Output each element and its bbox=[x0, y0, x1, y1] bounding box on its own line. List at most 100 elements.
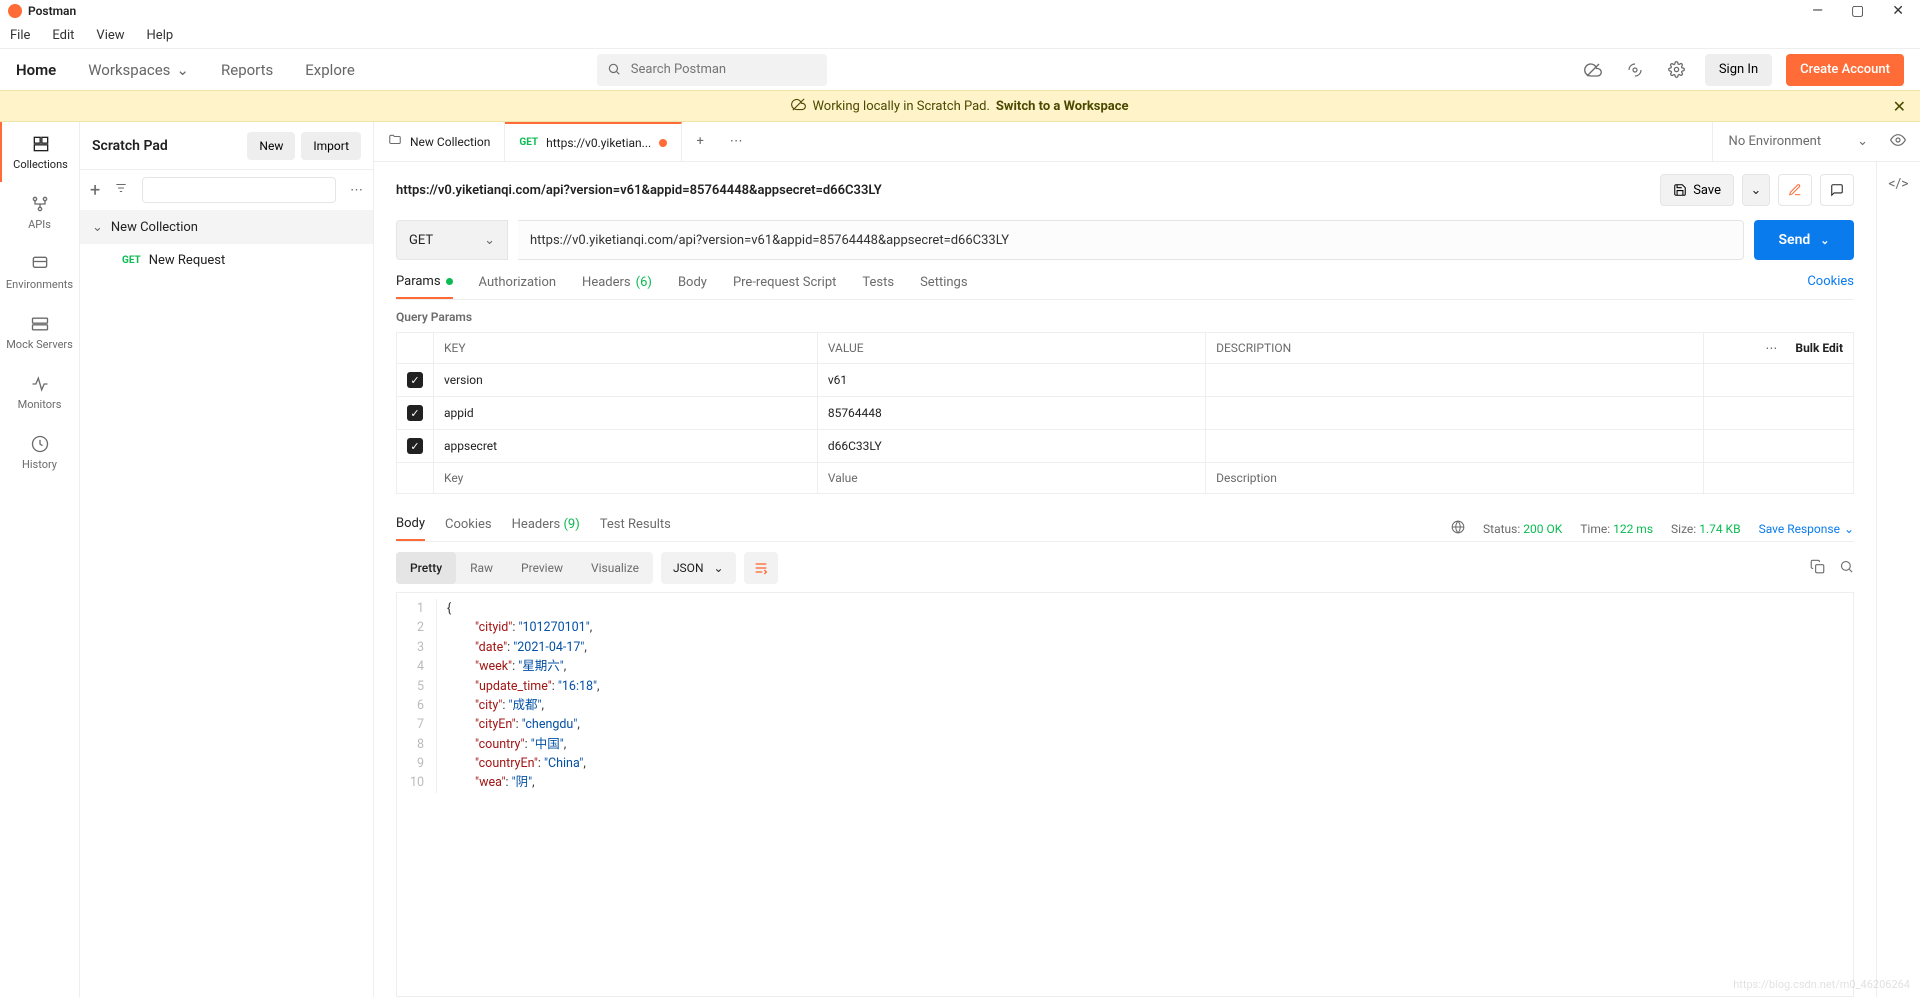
rail-apis[interactable]: APIs bbox=[0, 182, 79, 242]
send-label: Send bbox=[1779, 232, 1811, 248]
close-window-icon[interactable]: ✕ bbox=[1892, 3, 1904, 19]
rail-history[interactable]: History bbox=[0, 422, 79, 482]
more-icon[interactable]: ⋯ bbox=[1765, 341, 1777, 355]
param-value-placeholder[interactable]: Value bbox=[817, 463, 1205, 494]
create-account-button[interactable]: Create Account bbox=[1786, 54, 1904, 86]
environment-dropdown[interactable]: No Environment ⌄ bbox=[1712, 122, 1868, 161]
save-caret[interactable]: ⌄ bbox=[1742, 174, 1770, 206]
eye-icon[interactable] bbox=[1890, 132, 1906, 152]
tab-collection[interactable]: New Collection bbox=[374, 122, 505, 161]
minimize-icon[interactable]: — bbox=[1812, 3, 1823, 19]
window-controls: — ▢ ✕ bbox=[1812, 3, 1912, 19]
param-row[interactable]: ✓ appsecret d66C33LY bbox=[397, 430, 1854, 463]
nav-explore[interactable]: Explore bbox=[305, 61, 355, 79]
comment-icon[interactable] bbox=[1820, 174, 1854, 206]
save-response-link[interactable]: Save Response ⌄ bbox=[1759, 522, 1854, 536]
view-visualize[interactable]: Visualize bbox=[577, 552, 653, 584]
nav-reports[interactable]: Reports bbox=[221, 61, 273, 79]
banner-close-icon[interactable]: ✕ bbox=[1893, 97, 1906, 116]
request-row[interactable]: GET New Request bbox=[80, 244, 373, 276]
edit-icon[interactable] bbox=[1778, 174, 1812, 206]
save-button[interactable]: Save bbox=[1660, 174, 1734, 206]
resp-tab-tests[interactable]: Test Results bbox=[600, 517, 671, 540]
send-button[interactable]: Send ⌄ bbox=[1754, 220, 1854, 260]
banner-link[interactable]: Switch to a Workspace bbox=[996, 99, 1129, 114]
param-row[interactable]: ✓ version v61 bbox=[397, 364, 1854, 397]
response-body[interactable]: 1{2"cityid": "101270101",3"date": "2021-… bbox=[396, 592, 1854, 997]
rail-environments[interactable]: Environments bbox=[0, 242, 79, 302]
nav-home[interactable]: Home bbox=[16, 61, 56, 79]
more-icon[interactable]: ⋯ bbox=[350, 183, 363, 198]
tab-request[interactable]: GET https://v0.yiketian... bbox=[505, 122, 682, 161]
menu-edit[interactable]: Edit bbox=[52, 28, 74, 43]
copy-icon[interactable] bbox=[1810, 559, 1825, 578]
param-key[interactable]: appsecret bbox=[434, 430, 818, 463]
filter-icon[interactable] bbox=[114, 181, 128, 199]
checkbox-icon[interactable]: ✓ bbox=[407, 405, 423, 421]
method-dropdown[interactable]: GET ⌄ bbox=[396, 220, 508, 260]
filter-input[interactable] bbox=[142, 177, 336, 203]
nav-workspaces[interactable]: Workspaces ⌄ bbox=[88, 61, 189, 79]
view-raw[interactable]: Raw bbox=[456, 552, 507, 584]
bulk-edit-link[interactable]: Bulk Edit bbox=[1795, 341, 1843, 355]
menu-view[interactable]: View bbox=[96, 28, 124, 43]
url-input[interactable] bbox=[518, 220, 1744, 260]
tab-overflow-icon[interactable]: ⋯ bbox=[718, 122, 754, 161]
tab-prerequest[interactable]: Pre-request Script bbox=[733, 274, 836, 299]
satellite-icon[interactable] bbox=[1621, 56, 1649, 84]
cloud-sync-icon[interactable] bbox=[1579, 56, 1607, 84]
collection-row[interactable]: ⌄ New Collection bbox=[80, 210, 373, 244]
param-desc[interactable] bbox=[1206, 430, 1704, 463]
code-icon[interactable]: </> bbox=[1888, 176, 1908, 997]
param-desc-placeholder[interactable]: Description bbox=[1206, 463, 1704, 494]
new-button[interactable]: New bbox=[247, 132, 295, 160]
add-tab-button[interactable]: + bbox=[682, 122, 718, 161]
checkbox-icon[interactable]: ✓ bbox=[407, 438, 423, 454]
resp-tab-cookies[interactable]: Cookies bbox=[445, 517, 492, 540]
resp-tab-headers[interactable]: Headers (9) bbox=[512, 517, 580, 540]
time-label: Time: 122 ms bbox=[1580, 522, 1653, 536]
tab-params[interactable]: Params bbox=[396, 274, 453, 299]
tab-settings[interactable]: Settings bbox=[920, 274, 967, 299]
wrap-lines-icon[interactable] bbox=[744, 552, 778, 584]
param-value[interactable]: 85764448 bbox=[817, 397, 1205, 430]
sign-in-button[interactable]: Sign In bbox=[1705, 54, 1772, 86]
folder-icon bbox=[388, 133, 402, 150]
param-key[interactable]: appid bbox=[434, 397, 818, 430]
add-icon[interactable]: + bbox=[90, 180, 100, 201]
rail-monitors[interactable]: Monitors bbox=[0, 362, 79, 422]
menu-help[interactable]: Help bbox=[147, 28, 174, 43]
param-value[interactable]: d66C33LY bbox=[817, 430, 1205, 463]
tab-label: https://v0.yiketian... bbox=[546, 136, 651, 150]
format-dropdown[interactable]: JSON⌄ bbox=[661, 552, 736, 584]
params-table: KEY VALUE DESCRIPTION ⋯Bulk Edit ✓ versi… bbox=[396, 332, 1854, 494]
resp-tab-body[interactable]: Body bbox=[396, 516, 425, 541]
indicator-dot-icon bbox=[446, 278, 453, 285]
param-value[interactable]: v61 bbox=[817, 364, 1205, 397]
param-key-placeholder[interactable]: Key bbox=[434, 463, 818, 494]
import-button[interactable]: Import bbox=[301, 132, 361, 160]
search-icon[interactable] bbox=[1839, 559, 1854, 578]
rail-mock-servers[interactable]: Mock Servers bbox=[0, 302, 79, 362]
param-desc[interactable] bbox=[1206, 364, 1704, 397]
chevron-down-icon: ⌄ bbox=[1844, 522, 1854, 536]
view-pretty[interactable]: Pretty bbox=[396, 552, 456, 584]
tab-body[interactable]: Body bbox=[678, 274, 707, 299]
view-preview[interactable]: Preview bbox=[507, 552, 577, 584]
tab-tests[interactable]: Tests bbox=[862, 274, 894, 299]
search-input[interactable] bbox=[597, 54, 827, 86]
param-row[interactable]: ✓ appid 85764448 bbox=[397, 397, 1854, 430]
checkbox-icon[interactable]: ✓ bbox=[407, 372, 423, 388]
tab-authorization[interactable]: Authorization bbox=[479, 274, 557, 299]
rail-label: Environments bbox=[6, 278, 73, 291]
tab-headers[interactable]: Headers (6) bbox=[582, 274, 652, 299]
maximize-icon[interactable]: ▢ bbox=[1851, 3, 1864, 19]
settings-gear-icon[interactable] bbox=[1663, 56, 1691, 84]
watermark: https://blog.csdn.net/m0_46206264 bbox=[1733, 978, 1910, 991]
globe-icon[interactable] bbox=[1451, 520, 1465, 537]
param-desc[interactable] bbox=[1206, 397, 1704, 430]
rail-collections[interactable]: Collections bbox=[0, 122, 79, 182]
cookies-link[interactable]: Cookies bbox=[1807, 274, 1854, 299]
param-key[interactable]: version bbox=[434, 364, 818, 397]
menu-file[interactable]: File bbox=[10, 28, 30, 43]
